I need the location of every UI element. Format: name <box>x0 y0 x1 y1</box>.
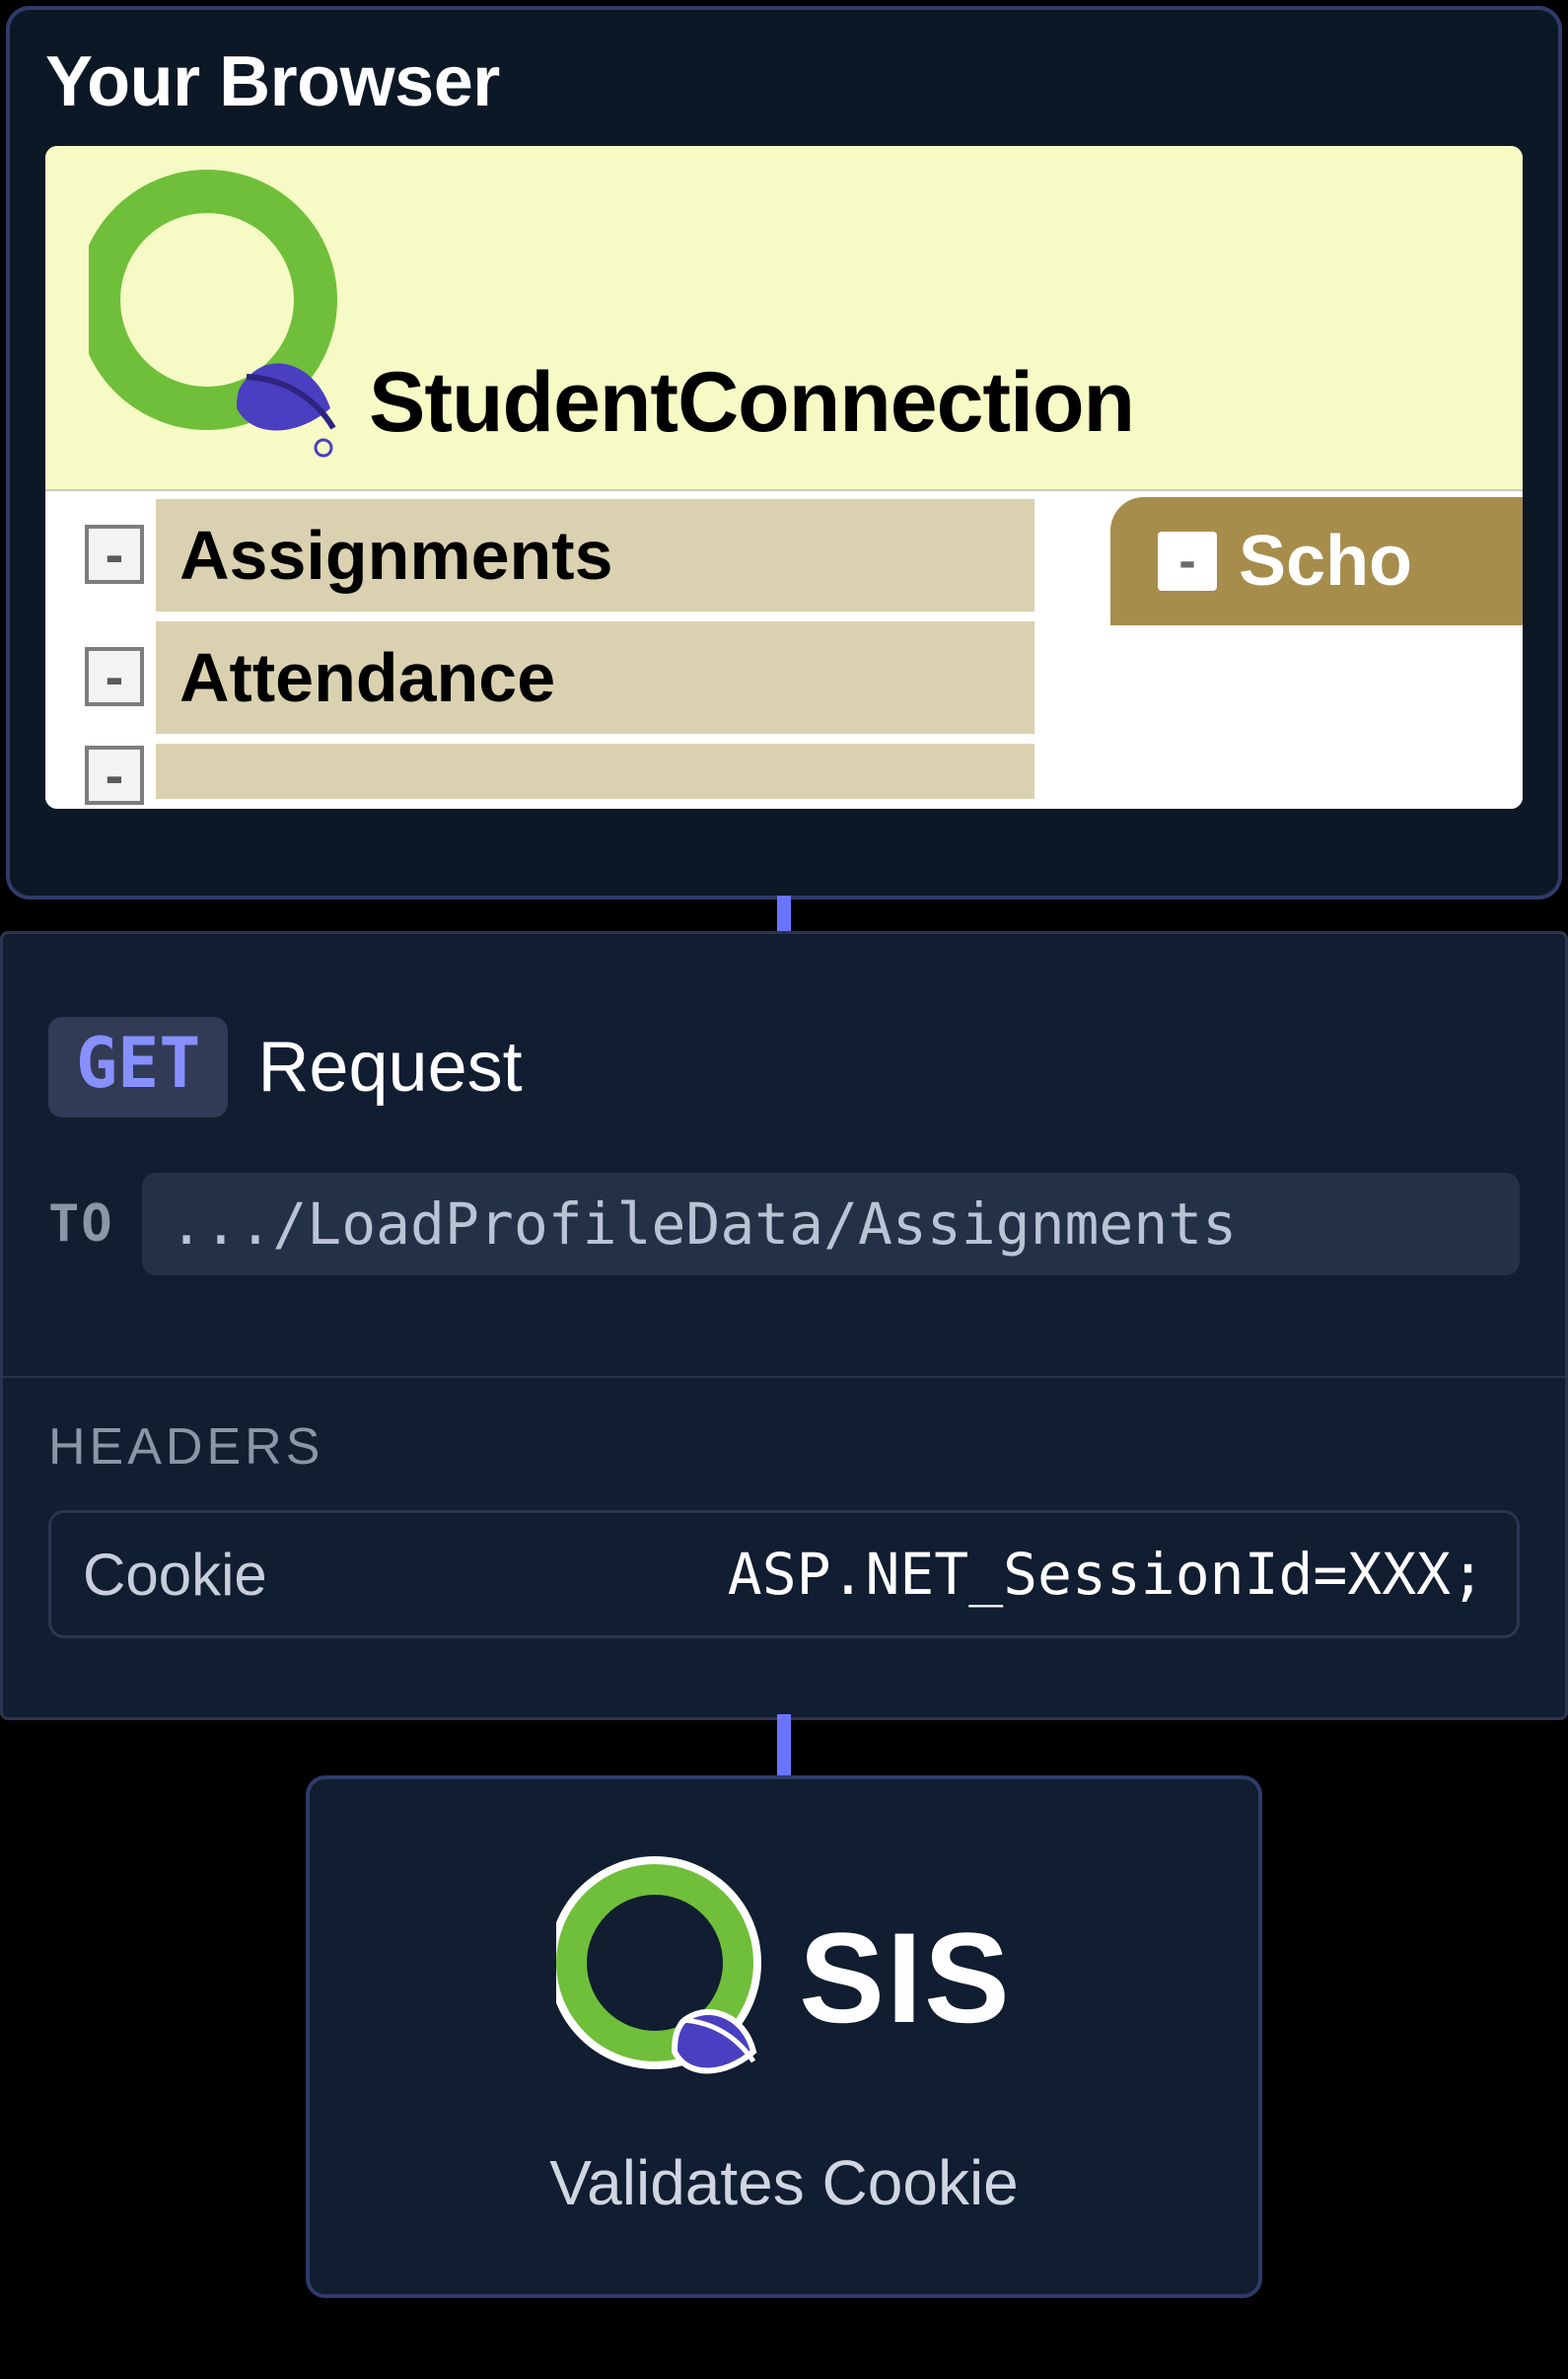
request-title-line: GET Request <box>48 1017 1520 1117</box>
headers-section-label: HEADERS <box>48 1417 323 1477</box>
collapse-icon[interactable]: - <box>85 525 144 584</box>
nav-label: Assignments <box>154 497 1036 613</box>
divider <box>3 1376 1565 1378</box>
sis-label: SIS <box>799 1904 1012 2052</box>
right-content-area <box>1108 625 1523 809</box>
collapse-icon: - <box>85 746 144 805</box>
school-tab[interactable]: - Scho <box>1110 497 1523 625</box>
header-value: ASP.NET_SessionId=XXX; <box>728 1541 1485 1608</box>
sis-subtitle: Validates Cookie <box>549 2146 1019 2219</box>
request-word: Request <box>257 1027 522 1108</box>
header-key: Cookie <box>83 1541 267 1609</box>
request-url: .../LoadProfileData/Assignments <box>142 1173 1520 1275</box>
studentconnection-title: StudentConnection <box>369 354 1134 452</box>
http-method-badge: GET <box>48 1017 228 1117</box>
sis-panel: SIS Validates Cookie <box>306 1775 1262 2298</box>
browser-screenshot: StudentConnection - Assignments - Attend… <box>45 146 1523 809</box>
browser-panel: Your Browser StudentConnection - <box>6 6 1562 900</box>
studentconnection-logo-group: StudentConnection <box>89 152 1134 458</box>
nav-label: Attendance <box>154 619 1036 736</box>
collapse-icon[interactable]: - <box>85 647 144 706</box>
studentconnection-header: StudentConnection <box>45 146 1523 491</box>
header-row-cookie: Cookie ASP.NET_SessionId=XXX; <box>48 1510 1520 1638</box>
http-request-panel: GET Request TO .../LoadProfileData/Assig… <box>0 931 1568 1720</box>
q-logo-icon <box>89 152 345 458</box>
school-tab-label: Scho <box>1239 521 1412 602</box>
collapse-icon: - <box>1158 532 1217 591</box>
browser-panel-title: Your Browser <box>45 41 1523 122</box>
sis-logo-line: SIS <box>556 1854 1012 2101</box>
nav-label <box>154 742 1036 801</box>
request-url-line: TO .../LoadProfileData/Assignments <box>48 1173 1520 1275</box>
q-logo-icon <box>556 1854 763 2101</box>
to-label: TO <box>48 1194 114 1254</box>
studentconnection-nav: - Assignments - Attendance - - Scho <box>45 497 1523 809</box>
